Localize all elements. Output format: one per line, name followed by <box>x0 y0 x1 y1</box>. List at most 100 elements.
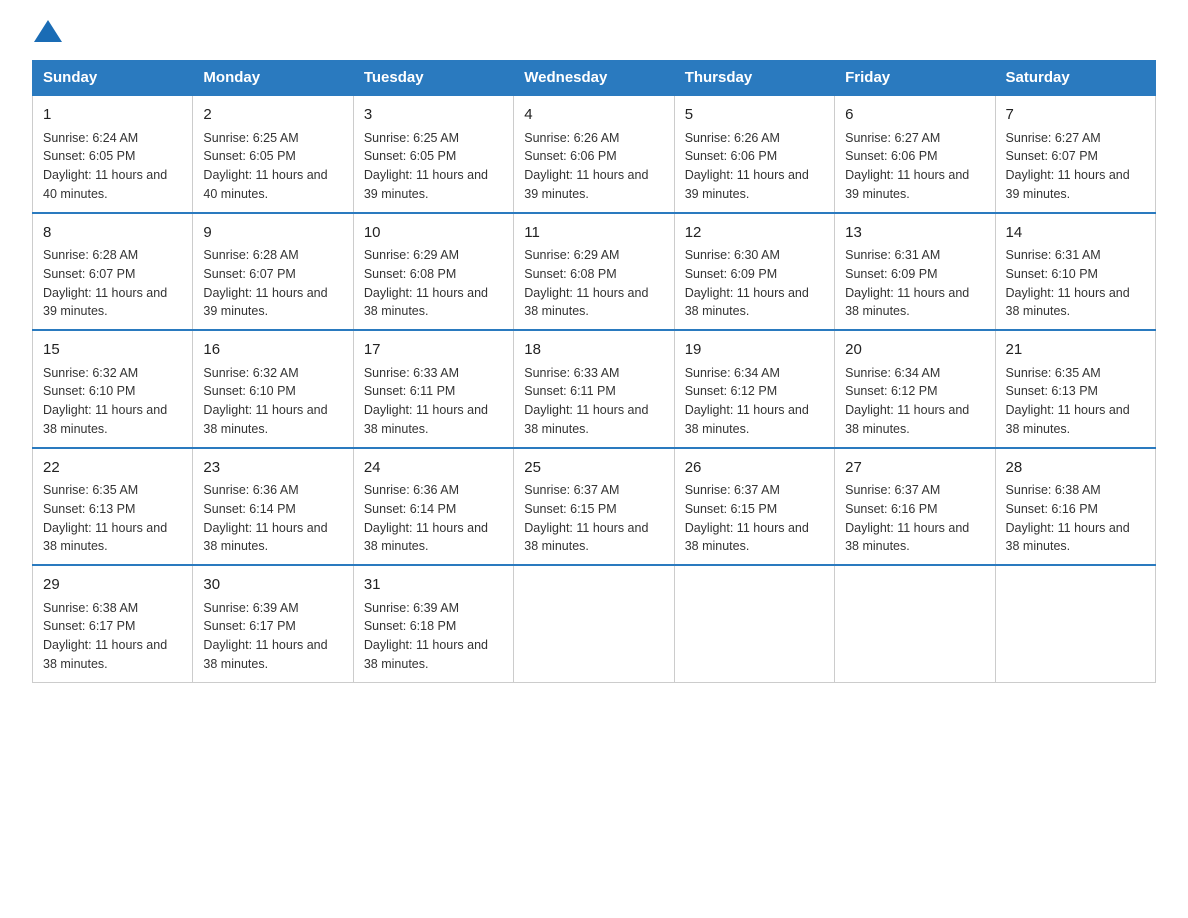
day-info: Sunrise: 6:26 AMSunset: 6:06 PMDaylight:… <box>685 129 824 204</box>
day-info: Sunrise: 6:31 AMSunset: 6:09 PMDaylight:… <box>845 246 984 321</box>
calendar-cell <box>514 565 674 682</box>
day-info: Sunrise: 6:39 AMSunset: 6:17 PMDaylight:… <box>203 599 342 674</box>
day-number: 23 <box>203 457 342 480</box>
day-number: 31 <box>364 574 503 597</box>
day-number: 19 <box>685 339 824 362</box>
calendar-cell <box>835 565 995 682</box>
header-day-sunday: Sunday <box>33 61 193 96</box>
day-info: Sunrise: 6:31 AMSunset: 6:10 PMDaylight:… <box>1006 246 1145 321</box>
day-number: 7 <box>1006 104 1145 127</box>
calendar-cell: 24Sunrise: 6:36 AMSunset: 6:14 PMDayligh… <box>353 448 513 566</box>
day-info: Sunrise: 6:37 AMSunset: 6:16 PMDaylight:… <box>845 481 984 556</box>
day-number: 12 <box>685 222 824 245</box>
day-number: 25 <box>524 457 663 480</box>
day-info: Sunrise: 6:32 AMSunset: 6:10 PMDaylight:… <box>203 364 342 439</box>
calendar-week-row: 22Sunrise: 6:35 AMSunset: 6:13 PMDayligh… <box>33 448 1156 566</box>
day-info: Sunrise: 6:35 AMSunset: 6:13 PMDaylight:… <box>1006 364 1145 439</box>
day-info: Sunrise: 6:39 AMSunset: 6:18 PMDaylight:… <box>364 599 503 674</box>
day-number: 30 <box>203 574 342 597</box>
day-number: 6 <box>845 104 984 127</box>
day-info: Sunrise: 6:28 AMSunset: 6:07 PMDaylight:… <box>43 246 182 321</box>
header-day-friday: Friday <box>835 61 995 96</box>
day-info: Sunrise: 6:37 AMSunset: 6:15 PMDaylight:… <box>524 481 663 556</box>
day-number: 14 <box>1006 222 1145 245</box>
day-number: 20 <box>845 339 984 362</box>
calendar-cell: 11Sunrise: 6:29 AMSunset: 6:08 PMDayligh… <box>514 213 674 331</box>
calendar-week-row: 15Sunrise: 6:32 AMSunset: 6:10 PMDayligh… <box>33 330 1156 448</box>
calendar-cell: 22Sunrise: 6:35 AMSunset: 6:13 PMDayligh… <box>33 448 193 566</box>
logo-triangle-icon <box>34 20 62 42</box>
day-info: Sunrise: 6:25 AMSunset: 6:05 PMDaylight:… <box>364 129 503 204</box>
calendar-cell: 23Sunrise: 6:36 AMSunset: 6:14 PMDayligh… <box>193 448 353 566</box>
day-number: 13 <box>845 222 984 245</box>
day-number: 3 <box>364 104 503 127</box>
calendar-cell: 2Sunrise: 6:25 AMSunset: 6:05 PMDaylight… <box>193 95 353 213</box>
header-day-thursday: Thursday <box>674 61 834 96</box>
calendar-cell: 29Sunrise: 6:38 AMSunset: 6:17 PMDayligh… <box>33 565 193 682</box>
day-number: 24 <box>364 457 503 480</box>
day-info: Sunrise: 6:24 AMSunset: 6:05 PMDaylight:… <box>43 129 182 204</box>
header-day-tuesday: Tuesday <box>353 61 513 96</box>
calendar-cell: 20Sunrise: 6:34 AMSunset: 6:12 PMDayligh… <box>835 330 995 448</box>
calendar-week-row: 1Sunrise: 6:24 AMSunset: 6:05 PMDaylight… <box>33 95 1156 213</box>
day-number: 9 <box>203 222 342 245</box>
calendar-cell: 16Sunrise: 6:32 AMSunset: 6:10 PMDayligh… <box>193 330 353 448</box>
header-day-wednesday: Wednesday <box>514 61 674 96</box>
day-info: Sunrise: 6:37 AMSunset: 6:15 PMDaylight:… <box>685 481 824 556</box>
page-header <box>32 24 1156 42</box>
day-info: Sunrise: 6:36 AMSunset: 6:14 PMDaylight:… <box>364 481 503 556</box>
day-info: Sunrise: 6:27 AMSunset: 6:07 PMDaylight:… <box>1006 129 1145 204</box>
day-number: 5 <box>685 104 824 127</box>
calendar-cell: 9Sunrise: 6:28 AMSunset: 6:07 PMDaylight… <box>193 213 353 331</box>
calendar-cell: 10Sunrise: 6:29 AMSunset: 6:08 PMDayligh… <box>353 213 513 331</box>
day-info: Sunrise: 6:35 AMSunset: 6:13 PMDaylight:… <box>43 481 182 556</box>
day-number: 18 <box>524 339 663 362</box>
day-number: 26 <box>685 457 824 480</box>
calendar-cell: 28Sunrise: 6:38 AMSunset: 6:16 PMDayligh… <box>995 448 1155 566</box>
day-number: 15 <box>43 339 182 362</box>
header-row: SundayMondayTuesdayWednesdayThursdayFrid… <box>33 61 1156 96</box>
calendar-cell: 3Sunrise: 6:25 AMSunset: 6:05 PMDaylight… <box>353 95 513 213</box>
calendar-cell: 4Sunrise: 6:26 AMSunset: 6:06 PMDaylight… <box>514 95 674 213</box>
day-number: 28 <box>1006 457 1145 480</box>
calendar-cell: 27Sunrise: 6:37 AMSunset: 6:16 PMDayligh… <box>835 448 995 566</box>
calendar-cell: 6Sunrise: 6:27 AMSunset: 6:06 PMDaylight… <box>835 95 995 213</box>
calendar-cell: 5Sunrise: 6:26 AMSunset: 6:06 PMDaylight… <box>674 95 834 213</box>
calendar-week-row: 29Sunrise: 6:38 AMSunset: 6:17 PMDayligh… <box>33 565 1156 682</box>
day-info: Sunrise: 6:38 AMSunset: 6:17 PMDaylight:… <box>43 599 182 674</box>
calendar-cell: 15Sunrise: 6:32 AMSunset: 6:10 PMDayligh… <box>33 330 193 448</box>
day-info: Sunrise: 6:30 AMSunset: 6:09 PMDaylight:… <box>685 246 824 321</box>
day-number: 11 <box>524 222 663 245</box>
calendar-cell: 21Sunrise: 6:35 AMSunset: 6:13 PMDayligh… <box>995 330 1155 448</box>
calendar-cell: 13Sunrise: 6:31 AMSunset: 6:09 PMDayligh… <box>835 213 995 331</box>
day-number: 16 <box>203 339 342 362</box>
calendar-header: SundayMondayTuesdayWednesdayThursdayFrid… <box>33 61 1156 96</box>
calendar-cell: 30Sunrise: 6:39 AMSunset: 6:17 PMDayligh… <box>193 565 353 682</box>
calendar-cell: 8Sunrise: 6:28 AMSunset: 6:07 PMDaylight… <box>33 213 193 331</box>
calendar-cell <box>995 565 1155 682</box>
day-number: 1 <box>43 104 182 127</box>
day-info: Sunrise: 6:26 AMSunset: 6:06 PMDaylight:… <box>524 129 663 204</box>
calendar-cell: 7Sunrise: 6:27 AMSunset: 6:07 PMDaylight… <box>995 95 1155 213</box>
day-number: 29 <box>43 574 182 597</box>
calendar-cell: 26Sunrise: 6:37 AMSunset: 6:15 PMDayligh… <box>674 448 834 566</box>
day-info: Sunrise: 6:38 AMSunset: 6:16 PMDaylight:… <box>1006 481 1145 556</box>
day-info: Sunrise: 6:28 AMSunset: 6:07 PMDaylight:… <box>203 246 342 321</box>
day-info: Sunrise: 6:32 AMSunset: 6:10 PMDaylight:… <box>43 364 182 439</box>
calendar-table: SundayMondayTuesdayWednesdayThursdayFrid… <box>32 60 1156 683</box>
header-day-saturday: Saturday <box>995 61 1155 96</box>
calendar-cell: 17Sunrise: 6:33 AMSunset: 6:11 PMDayligh… <box>353 330 513 448</box>
calendar-cell <box>674 565 834 682</box>
header-day-monday: Monday <box>193 61 353 96</box>
calendar-week-row: 8Sunrise: 6:28 AMSunset: 6:07 PMDaylight… <box>33 213 1156 331</box>
day-info: Sunrise: 6:36 AMSunset: 6:14 PMDaylight:… <box>203 481 342 556</box>
day-number: 17 <box>364 339 503 362</box>
day-info: Sunrise: 6:27 AMSunset: 6:06 PMDaylight:… <box>845 129 984 204</box>
day-number: 21 <box>1006 339 1145 362</box>
day-info: Sunrise: 6:25 AMSunset: 6:05 PMDaylight:… <box>203 129 342 204</box>
calendar-cell: 31Sunrise: 6:39 AMSunset: 6:18 PMDayligh… <box>353 565 513 682</box>
day-number: 10 <box>364 222 503 245</box>
day-info: Sunrise: 6:29 AMSunset: 6:08 PMDaylight:… <box>364 246 503 321</box>
calendar-cell: 1Sunrise: 6:24 AMSunset: 6:05 PMDaylight… <box>33 95 193 213</box>
day-info: Sunrise: 6:34 AMSunset: 6:12 PMDaylight:… <box>845 364 984 439</box>
